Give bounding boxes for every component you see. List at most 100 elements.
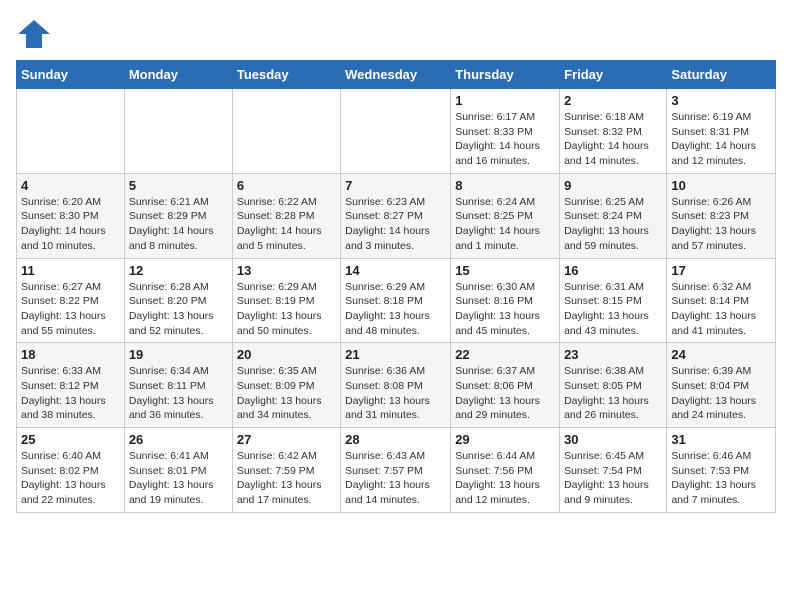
day-info: Sunrise: 6:39 AM Sunset: 8:04 PM Dayligh… [671, 364, 771, 423]
day-info: Sunrise: 6:33 AM Sunset: 8:12 PM Dayligh… [21, 364, 120, 423]
calendar-cell: 18 Sunrise: 6:33 AM Sunset: 8:12 PM Dayli… [17, 343, 125, 428]
day-number: 21 [345, 347, 446, 362]
header-day-thursday: Thursday [451, 61, 560, 89]
day-number: 12 [129, 263, 228, 278]
day-number: 13 [237, 263, 336, 278]
calendar-cell: 3 Sunrise: 6:19 AM Sunset: 8:31 PM Daylig… [667, 89, 776, 174]
week-row-1: 1 Sunrise: 6:17 AM Sunset: 8:33 PM Daylig… [17, 89, 776, 174]
day-number: 14 [345, 263, 446, 278]
day-number: 26 [129, 432, 228, 447]
calendar-cell [17, 89, 125, 174]
day-number: 24 [671, 347, 771, 362]
day-info: Sunrise: 6:36 AM Sunset: 8:08 PM Dayligh… [345, 364, 446, 423]
day-info: Sunrise: 6:44 AM Sunset: 7:56 PM Dayligh… [455, 449, 555, 508]
day-info: Sunrise: 6:17 AM Sunset: 8:33 PM Dayligh… [455, 110, 555, 169]
day-number: 6 [237, 178, 336, 193]
day-info: Sunrise: 6:42 AM Sunset: 7:59 PM Dayligh… [237, 449, 336, 508]
day-number: 15 [455, 263, 555, 278]
calendar-cell: 24 Sunrise: 6:39 AM Sunset: 8:04 PM Dayli… [667, 343, 776, 428]
calendar-cell: 21 Sunrise: 6:36 AM Sunset: 8:08 PM Dayli… [341, 343, 451, 428]
day-info: Sunrise: 6:26 AM Sunset: 8:23 PM Dayligh… [671, 195, 771, 254]
calendar-cell: 6 Sunrise: 6:22 AM Sunset: 8:28 PM Daylig… [232, 173, 340, 258]
day-info: Sunrise: 6:29 AM Sunset: 8:19 PM Dayligh… [237, 280, 336, 339]
day-number: 18 [21, 347, 120, 362]
day-info: Sunrise: 6:38 AM Sunset: 8:05 PM Dayligh… [564, 364, 662, 423]
day-info: Sunrise: 6:18 AM Sunset: 8:32 PM Dayligh… [564, 110, 662, 169]
day-info: Sunrise: 6:32 AM Sunset: 8:14 PM Dayligh… [671, 280, 771, 339]
day-info: Sunrise: 6:25 AM Sunset: 8:24 PM Dayligh… [564, 195, 662, 254]
day-number: 10 [671, 178, 771, 193]
day-number: 5 [129, 178, 228, 193]
calendar-header: SundayMondayTuesdayWednesdayThursdayFrid… [17, 61, 776, 89]
page-wrapper: SundayMondayTuesdayWednesdayThursdayFrid… [16, 16, 776, 513]
header-day-saturday: Saturday [667, 61, 776, 89]
day-info: Sunrise: 6:28 AM Sunset: 8:20 PM Dayligh… [129, 280, 228, 339]
logo [16, 16, 54, 52]
day-info: Sunrise: 6:24 AM Sunset: 8:25 PM Dayligh… [455, 195, 555, 254]
day-number: 19 [129, 347, 228, 362]
calendar-cell: 16 Sunrise: 6:31 AM Sunset: 8:15 PM Dayli… [560, 258, 667, 343]
day-number: 29 [455, 432, 555, 447]
day-info: Sunrise: 6:21 AM Sunset: 8:29 PM Dayligh… [129, 195, 228, 254]
day-info: Sunrise: 6:31 AM Sunset: 8:15 PM Dayligh… [564, 280, 662, 339]
calendar-cell: 26 Sunrise: 6:41 AM Sunset: 8:01 PM Dayli… [124, 428, 232, 513]
day-info: Sunrise: 6:27 AM Sunset: 8:22 PM Dayligh… [21, 280, 120, 339]
day-number: 16 [564, 263, 662, 278]
calendar-cell: 2 Sunrise: 6:18 AM Sunset: 8:32 PM Daylig… [560, 89, 667, 174]
day-info: Sunrise: 6:30 AM Sunset: 8:16 PM Dayligh… [455, 280, 555, 339]
calendar-cell: 13 Sunrise: 6:29 AM Sunset: 8:19 PM Dayli… [232, 258, 340, 343]
calendar-cell: 12 Sunrise: 6:28 AM Sunset: 8:20 PM Dayli… [124, 258, 232, 343]
calendar-cell: 17 Sunrise: 6:32 AM Sunset: 8:14 PM Dayli… [667, 258, 776, 343]
day-number: 27 [237, 432, 336, 447]
day-number: 9 [564, 178, 662, 193]
header-day-tuesday: Tuesday [232, 61, 340, 89]
calendar-cell: 20Sunrise: 6:35 AM Sunset: 8:09 PM Dayli… [232, 343, 340, 428]
day-number: 28 [345, 432, 446, 447]
calendar-cell [341, 89, 451, 174]
calendar-table: SundayMondayTuesdayWednesdayThursdayFrid… [16, 60, 776, 513]
calendar-cell: 31Sunrise: 6:46 AM Sunset: 7:53 PM Dayli… [667, 428, 776, 513]
day-info: Sunrise: 6:23 AM Sunset: 8:27 PM Dayligh… [345, 195, 446, 254]
day-info: Sunrise: 6:45 AM Sunset: 7:54 PM Dayligh… [564, 449, 662, 508]
day-number: 30 [564, 432, 662, 447]
day-number: 17 [671, 263, 771, 278]
calendar-cell: 14 Sunrise: 6:29 AM Sunset: 8:18 PM Dayli… [341, 258, 451, 343]
day-info: Sunrise: 6:29 AM Sunset: 8:18 PM Dayligh… [345, 280, 446, 339]
calendar-cell: 25Sunrise: 6:40 AM Sunset: 8:02 PM Dayli… [17, 428, 125, 513]
calendar-cell: 4Sunrise: 6:20 AM Sunset: 8:30 PM Daylig… [17, 173, 125, 258]
day-info: Sunrise: 6:20 AM Sunset: 8:30 PM Dayligh… [21, 195, 120, 254]
day-info: Sunrise: 6:43 AM Sunset: 7:57 PM Dayligh… [345, 449, 446, 508]
day-number: 23 [564, 347, 662, 362]
day-info: Sunrise: 6:41 AM Sunset: 8:01 PM Dayligh… [129, 449, 228, 508]
calendar-cell: 22Sunrise: 6:37 AM Sunset: 8:06 PM Dayli… [451, 343, 560, 428]
calendar-cell: 7 Sunrise: 6:23 AM Sunset: 8:27 PM Daylig… [341, 173, 451, 258]
calendar-cell: 10 Sunrise: 6:26 AM Sunset: 8:23 PM Dayli… [667, 173, 776, 258]
calendar-cell [232, 89, 340, 174]
day-number: 1 [455, 93, 555, 108]
day-number: 3 [671, 93, 771, 108]
day-info: Sunrise: 6:19 AM Sunset: 8:31 PM Dayligh… [671, 110, 771, 169]
calendar-body: 1 Sunrise: 6:17 AM Sunset: 8:33 PM Daylig… [17, 89, 776, 513]
header [16, 16, 776, 52]
calendar-cell: 30 Sunrise: 6:45 AM Sunset: 7:54 PM Dayli… [560, 428, 667, 513]
calendar-cell: 1 Sunrise: 6:17 AM Sunset: 8:33 PM Daylig… [451, 89, 560, 174]
calendar-cell [124, 89, 232, 174]
day-info: Sunrise: 6:22 AM Sunset: 8:28 PM Dayligh… [237, 195, 336, 254]
day-info: Sunrise: 6:37 AM Sunset: 8:06 PM Dayligh… [455, 364, 555, 423]
day-number: 7 [345, 178, 446, 193]
calendar-cell: 29 Sunrise: 6:44 AM Sunset: 7:56 PM Dayli… [451, 428, 560, 513]
calendar-cell: 15 Sunrise: 6:30 AM Sunset: 8:16 PM Dayli… [451, 258, 560, 343]
header-day-wednesday: Wednesday [341, 61, 451, 89]
logo-icon [16, 16, 52, 52]
day-number: 2 [564, 93, 662, 108]
week-row-4: 18 Sunrise: 6:33 AM Sunset: 8:12 PM Dayli… [17, 343, 776, 428]
calendar-cell: 19Sunrise: 6:34 AM Sunset: 8:11 PM Dayli… [124, 343, 232, 428]
week-row-2: 4Sunrise: 6:20 AM Sunset: 8:30 PM Daylig… [17, 173, 776, 258]
calendar-cell: 23 Sunrise: 6:38 AM Sunset: 8:05 PM Dayli… [560, 343, 667, 428]
week-row-5: 25Sunrise: 6:40 AM Sunset: 8:02 PM Dayli… [17, 428, 776, 513]
day-info: Sunrise: 6:35 AM Sunset: 8:09 PM Dayligh… [237, 364, 336, 423]
day-number: 8 [455, 178, 555, 193]
day-info: Sunrise: 6:46 AM Sunset: 7:53 PM Dayligh… [671, 449, 771, 508]
day-number: 11 [21, 263, 120, 278]
calendar-cell: 9 Sunrise: 6:25 AM Sunset: 8:24 PM Daylig… [560, 173, 667, 258]
